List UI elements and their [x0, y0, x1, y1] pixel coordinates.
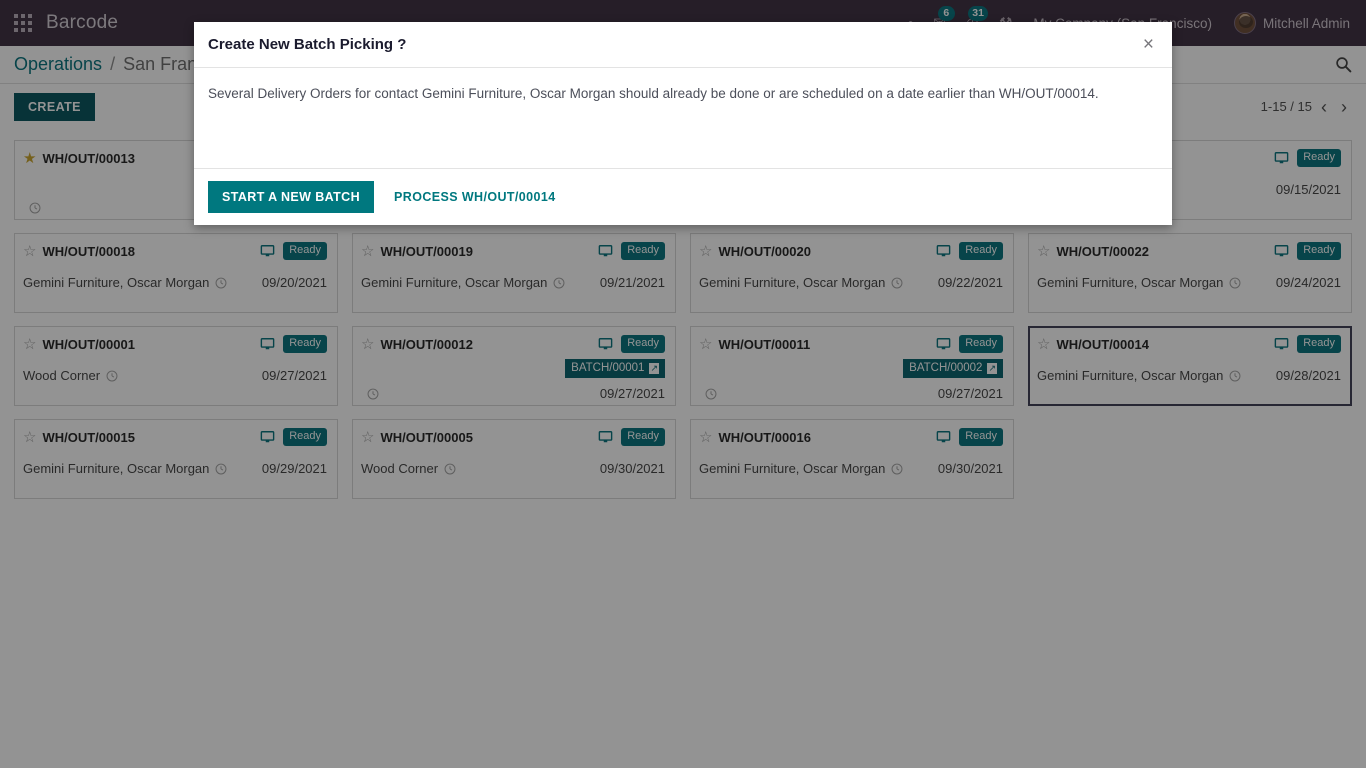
dialog-footer: START A NEW BATCH PROCESS WH/OUT/00014: [194, 169, 1172, 225]
process-picking-button[interactable]: PROCESS WH/OUT/00014: [384, 181, 566, 213]
start-a-new-batch-button[interactable]: START A NEW BATCH: [208, 181, 375, 213]
dialog-title: Create New Batch Picking ?: [208, 36, 407, 53]
create-batch-picking-dialog: Create New Batch Picking ? × Several Del…: [194, 22, 1172, 225]
dialog-body-text: Several Delivery Orders for contact Gemi…: [194, 68, 1172, 169]
close-icon[interactable]: ×: [1139, 33, 1158, 56]
dialog-header: Create New Batch Picking ? ×: [194, 22, 1172, 68]
